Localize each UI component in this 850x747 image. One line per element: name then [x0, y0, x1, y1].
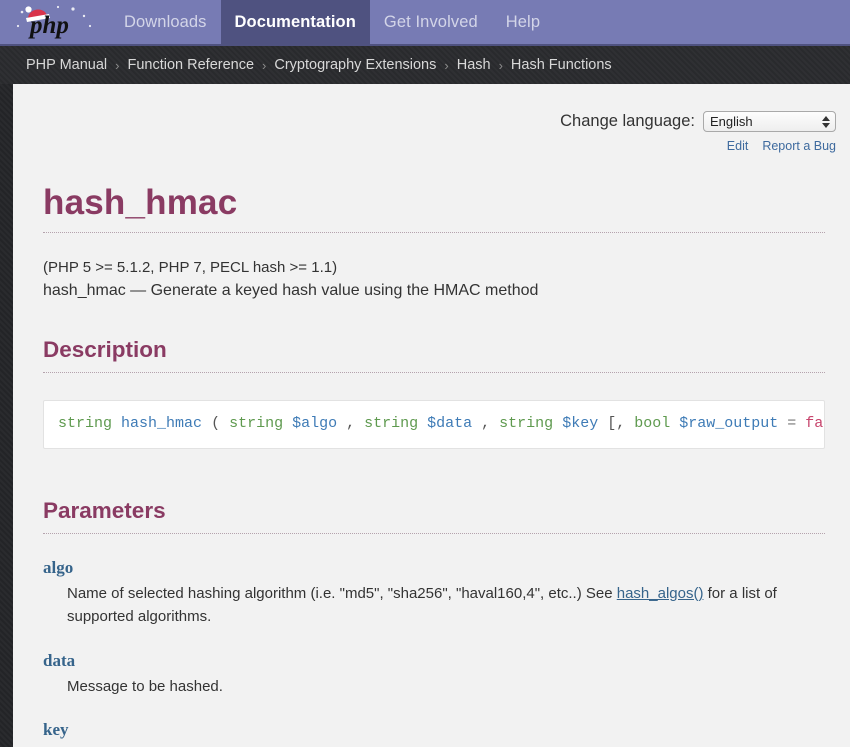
svg-text:php: php — [28, 12, 69, 39]
synopsis-token-literal: false — [805, 415, 824, 433]
synopsis-token-type: string — [220, 415, 284, 433]
parameter-name: data — [43, 650, 76, 670]
nav-item-downloads[interactable]: Downloads — [110, 0, 221, 44]
synopsis-token-var: $raw_output — [670, 415, 779, 433]
synopsis-token-var: $algo — [283, 415, 338, 433]
breadcrumb: PHP Manual › Function Reference › Crypto… — [26, 57, 612, 73]
synopsis-token-type: string — [490, 415, 554, 433]
change-language-label: Change language: — [560, 112, 695, 130]
breadcrumb-item-function-reference[interactable]: Function Reference — [127, 57, 254, 73]
page-root: php Downloads Documentation Get Involved… — [0, 0, 850, 747]
edit-link[interactable]: Edit — [727, 139, 749, 153]
synopsis-token-punct: , — [337, 415, 356, 433]
breadcrumb-item-hash[interactable]: Hash — [457, 57, 491, 73]
method-synopsis-code-block: string hash_hmac ( string $algo , string… — [43, 400, 825, 449]
synopsis-parameter-tokens: string $algo , string $data , string $ke… — [220, 415, 824, 433]
reference-purpose: hash_hmac — Generate a keyed hash value … — [43, 282, 539, 300]
nav-item-help[interactable]: Help — [492, 0, 554, 44]
breadcrumb-bar: PHP Manual › Function Reference › Crypto… — [0, 44, 850, 84]
nav-item-label: Downloads — [124, 12, 207, 31]
parameter-name: key — [43, 719, 69, 739]
synopsis-return-type: string — [58, 415, 113, 433]
breadcrumb-separator-icon: › — [262, 57, 267, 73]
page-title: hash_hmac — [43, 183, 238, 222]
nav-item-label: Documentation — [234, 12, 356, 31]
report-bug-link[interactable]: Report a Bug — [762, 139, 836, 153]
synopsis-token-type: bool — [625, 415, 671, 433]
parameter-name: algo — [43, 557, 74, 577]
description-section: Description string hash_hmac ( string $a… — [31, 337, 837, 449]
parameter-item-key: key Shared secret key used for generatin… — [43, 720, 837, 747]
language-selector-row: Change language: English — [31, 84, 837, 132]
parameter-description: Message to be hashed. — [67, 675, 837, 698]
page-actions-row: Edit Report a Bug — [31, 139, 837, 153]
breadcrumb-separator-icon: › — [115, 57, 120, 73]
php-logo[interactable]: php — [0, 0, 110, 44]
description-divider — [43, 372, 825, 374]
nav-item-get-involved[interactable]: Get Involved — [370, 0, 492, 44]
breadcrumb-separator-icon: › — [498, 57, 503, 73]
synopsis-token-punct: [, — [598, 415, 626, 433]
parameters-section: Parameters algo Name of selected hashing… — [31, 498, 837, 747]
parameter-item-data: data Message to be hashed. — [43, 651, 837, 698]
synopsis-token-punct: , — [472, 415, 491, 433]
synopsis-token-op: = — [778, 415, 797, 433]
synopsis-token-type: string — [355, 415, 419, 433]
breadcrumb-separator-icon: › — [444, 57, 449, 73]
version-info: (PHP 5 >= 5.1.2, PHP 7, PECL hash >= 1.1… — [43, 259, 338, 276]
parameter-item-algo: algo Name of selected hashing algorithm … — [43, 558, 837, 629]
nav-item-label: Get Involved — [383, 12, 478, 31]
synopsis-open-paren: ( — [211, 415, 221, 433]
breadcrumb-item-cryptography-extensions[interactable]: Cryptography Extensions — [274, 57, 436, 73]
synopsis-token-var: $key — [553, 415, 599, 433]
parameters-divider — [43, 532, 825, 534]
main-content: Change language: English Edit Report a B… — [13, 84, 850, 747]
parameter-description: Name of selected hashing algorithm (i.e.… — [67, 582, 837, 629]
parameters-heading: Parameters — [43, 497, 166, 523]
breadcrumb-item-php-manual[interactable]: PHP Manual — [26, 57, 107, 73]
nav-item-label: Help — [505, 12, 541, 31]
language-select-wrapper: English — [703, 111, 836, 132]
parameter-description-text-before: Message to be hashed. — [67, 677, 223, 695]
parameter-description-text-before: Name of selected hashing algorithm (i.e.… — [67, 584, 617, 602]
breadcrumb-item-hash-functions[interactable]: Hash Functions — [511, 57, 612, 73]
synopsis-token-var: $data — [418, 415, 473, 433]
language-select[interactable]: English — [703, 111, 836, 132]
top-navigation-bar: php Downloads Documentation Get Involved… — [0, 0, 850, 44]
description-heading: Description — [43, 337, 167, 363]
parameter-list: algo Name of selected hashing algorithm … — [43, 558, 837, 747]
synopsis-function-name: hash_hmac — [121, 415, 203, 433]
nav-item-documentation[interactable]: Documentation — [220, 0, 370, 44]
hash-algos-link[interactable]: hash_algos() — [617, 585, 704, 602]
title-divider — [43, 232, 825, 233]
